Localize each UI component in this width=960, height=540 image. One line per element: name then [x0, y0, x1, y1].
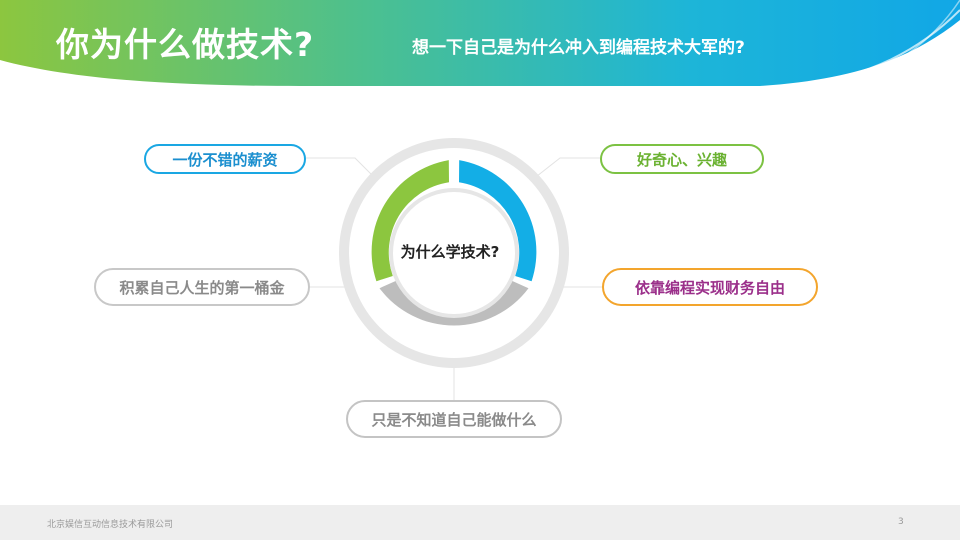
reason-financial-freedom: 依靠编程实现财务自由 — [602, 268, 818, 306]
footer-bar: 北京娱信互动信息技术有限公司 3 — [0, 505, 960, 540]
reason-unknown: 只是不知道自己能做什么 — [346, 400, 562, 438]
page-number: 3 — [898, 517, 904, 527]
connector-salary — [306, 157, 376, 179]
connector-curiosity — [531, 157, 600, 181]
reason-first-pot-of-gold: 积累自己人生的第一桶金 — [94, 268, 310, 306]
reason-salary: 一份不错的薪资 — [144, 144, 306, 174]
reason-curiosity: 好奇心、兴趣 — [600, 144, 764, 174]
slide: 你为什么做技术? 想一下自己是为什么冲入到编程技术大军的? 为什么学技术? 一份… — [0, 0, 960, 540]
center-label: 为什么学技术? — [400, 243, 500, 261]
company-name: 北京娱信互动信息技术有限公司 — [47, 520, 174, 530]
